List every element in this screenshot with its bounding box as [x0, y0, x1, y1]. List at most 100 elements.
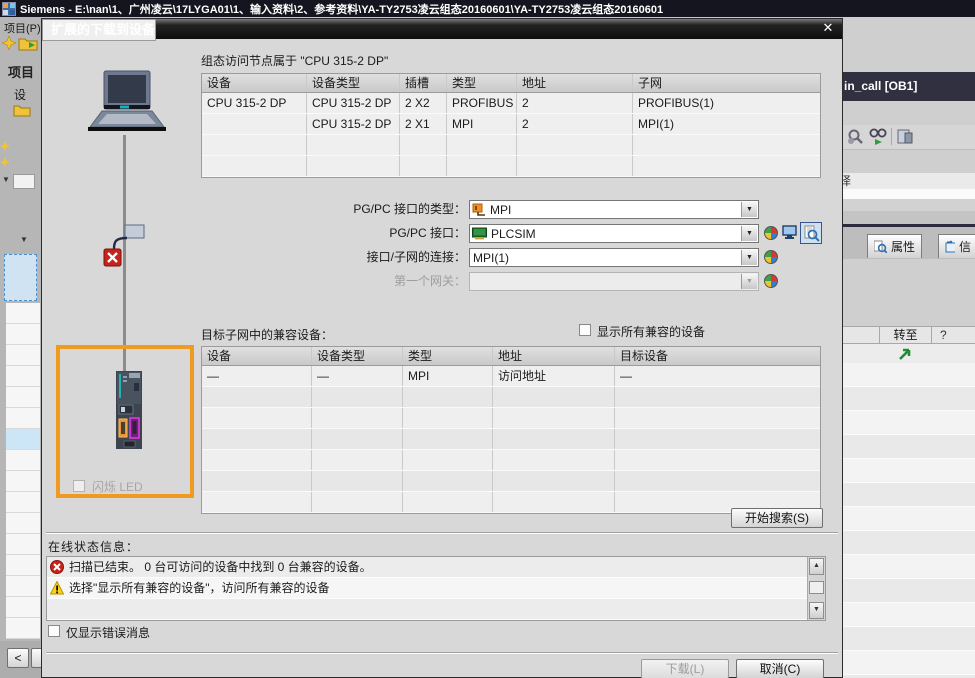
menu-project[interactable]: 项目(P)	[4, 20, 41, 36]
start-search-button[interactable]: 开始搜索(S)	[731, 508, 823, 528]
close-icon[interactable]: ✕	[820, 20, 836, 36]
folder-icon[interactable]	[13, 103, 31, 117]
accessible-nodes-icon[interactable]	[764, 250, 778, 264]
cell-type: MPI	[403, 366, 493, 386]
table-row-empty[interactable]	[202, 408, 820, 429]
editor-title: in_call [OB1]	[844, 79, 917, 93]
table-row-empty[interactable]	[202, 450, 820, 471]
list-item[interactable]	[6, 597, 40, 618]
col-header-target[interactable]: 目标设备	[615, 347, 820, 365]
access-nodes-table: 设备 设备类型 插槽 类型 地址 子网 CPU 315-2 DP CPU 315…	[201, 73, 821, 178]
status-message-row[interactable]: 扫描已结束。 0 台可访问的设备中找到 0 台兼容的设备。	[47, 557, 825, 578]
table-row[interactable]: — — MPI 访问地址 —	[202, 366, 820, 387]
pc-monitor-icon[interactable]	[782, 225, 797, 240]
new-project-icon[interactable]	[2, 36, 16, 50]
online-status-message-list: 扫描已结束。 0 台可访问的设备中找到 0 台兼容的设备。 选择"显示所有兼容的…	[46, 556, 826, 621]
left-bottom-bar: <	[0, 641, 41, 678]
list-item[interactable]	[6, 513, 40, 534]
list-item[interactable]	[6, 534, 40, 555]
properties-search-icon[interactable]	[800, 222, 822, 244]
cell-device-type: CPU 315-2 DP	[307, 114, 400, 134]
table-row[interactable]: CPU 315-2 DP CPU 315-2 DP 2 X2 PROFIBUS …	[202, 93, 820, 114]
list-item[interactable]	[6, 492, 40, 513]
list-item[interactable]	[6, 303, 40, 324]
list-item[interactable]	[6, 450, 40, 471]
tree-selected-node[interactable]	[4, 254, 37, 301]
subnet-connection-combobox[interactable]: MPI(1) ▼	[469, 248, 759, 267]
monitor-glasses-icon[interactable]	[869, 128, 887, 145]
list-item[interactable]	[6, 408, 40, 429]
cell-address: 访问地址	[493, 366, 615, 386]
partial-button[interactable]	[31, 648, 41, 668]
open-project-icon[interactable]	[18, 35, 38, 51]
dialog-titlebar[interactable]: 扩展的下载到设备 ✕	[42, 19, 842, 39]
goto-arrow-row[interactable]	[843, 344, 975, 364]
message-scrollbar[interactable]: ▲ ▼	[807, 557, 825, 620]
show-all-devices-checkbox[interactable]	[579, 324, 591, 336]
tia-portal-app-icon	[2, 2, 16, 16]
tree-expand-arrow[interactable]: ▼	[2, 175, 10, 184]
status-message-row-empty[interactable]	[47, 599, 825, 620]
col-header-address[interactable]: 地址	[493, 347, 615, 365]
col-header-device-type[interactable]: 设备类型	[307, 74, 400, 92]
col-header-slot[interactable]: 插槽	[400, 74, 447, 92]
goto-header-row: 转至 ?	[843, 326, 975, 344]
table-row-empty[interactable]	[202, 471, 820, 492]
table-row	[843, 387, 975, 411]
chevron-down-icon[interactable]: ▼	[741, 202, 757, 217]
col-header-address[interactable]: 地址	[517, 74, 633, 92]
download-button[interactable]: 下载(L)	[641, 659, 729, 678]
scroll-down-icon[interactable]: ▼	[809, 602, 824, 619]
tree-expand-arrow[interactable]: ▼	[20, 235, 28, 244]
chevron-down-icon[interactable]: ▼	[741, 226, 757, 241]
errors-only-label: 仅显示错误消息	[66, 624, 150, 641]
errors-only-checkbox[interactable]	[48, 625, 60, 637]
pgpc-interface-combobox[interactable]: PLCSIM ▼	[469, 224, 759, 243]
status-message-row[interactable]: 选择"显示所有兼容的设备"，访问所有兼容的设备	[47, 578, 825, 599]
list-item[interactable]	[6, 555, 40, 576]
col-header-device-type[interactable]: 设备类型	[312, 347, 403, 365]
pgpc-type-combobox[interactable]: MPI ▼	[469, 200, 759, 219]
flash-led-checkbox[interactable]	[73, 480, 85, 492]
accessible-nodes-icon[interactable]	[764, 274, 778, 288]
accessible-nodes-icon[interactable]	[764, 226, 778, 240]
table-row[interactable]: CPU 315-2 DP 2 X1 MPI 2 MPI(1)	[202, 114, 820, 135]
list-item[interactable]	[6, 618, 40, 639]
overflow-char: 译	[843, 174, 851, 188]
scroll-up-icon[interactable]: ▲	[809, 558, 824, 575]
list-item[interactable]	[6, 345, 40, 366]
list-item[interactable]	[6, 471, 40, 492]
chevron-down-icon[interactable]: ▼	[741, 250, 757, 265]
cell-device	[202, 114, 307, 134]
tab-info[interactable]: 信	[938, 234, 975, 258]
properties-magnifier-icon	[874, 240, 887, 253]
col-header-type[interactable]: 类型	[447, 74, 517, 92]
spacer-row	[843, 199, 975, 211]
col-header-subnet[interactable]: 子网	[633, 74, 820, 92]
col-header-device[interactable]: 设备	[202, 74, 307, 92]
scrollbar-thumb[interactable]	[809, 581, 824, 594]
goto-green-arrow-icon[interactable]	[898, 346, 913, 361]
list-item[interactable]	[6, 576, 40, 597]
col-header-device[interactable]: 设备	[202, 347, 312, 365]
cell-subnet: PROFIBUS(1)	[633, 93, 820, 113]
tab-properties[interactable]: 属性	[867, 234, 922, 258]
tab-devices[interactable]: 设	[14, 86, 26, 103]
table-row-empty[interactable]	[202, 492, 820, 513]
find-replace-icon[interactable]	[847, 128, 864, 145]
table-row-empty[interactable]	[202, 387, 820, 408]
cancel-button[interactable]: 取消(C)	[736, 659, 824, 678]
compatible-devices-label: 目标子网中的兼容设备：	[201, 326, 333, 343]
col-header-type[interactable]: 类型	[403, 347, 493, 365]
list-item[interactable]	[6, 366, 40, 387]
collapse-panel-button[interactable]: <	[7, 648, 29, 668]
cell-subnet: MPI(1)	[633, 114, 820, 134]
table-row-empty[interactable]	[202, 156, 820, 177]
table-row-empty[interactable]	[202, 429, 820, 450]
edit-block-icon[interactable]	[897, 128, 914, 145]
list-item[interactable]	[6, 387, 40, 408]
table-row	[843, 579, 975, 603]
list-item[interactable]	[6, 324, 40, 345]
table-row-empty[interactable]	[202, 135, 820, 156]
list-item-selected[interactable]	[6, 429, 40, 450]
